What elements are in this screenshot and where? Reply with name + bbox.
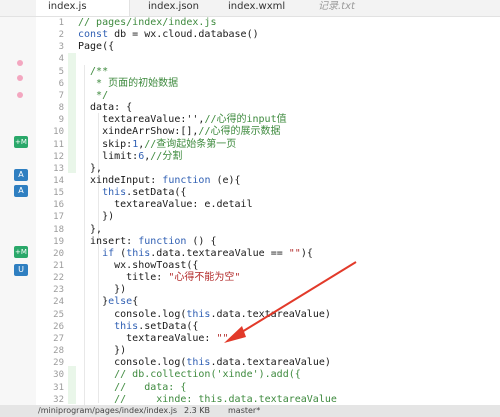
arrow-shaft (231, 261, 357, 339)
file-path: /miniprogram/pages/index/index.js (38, 406, 178, 415)
git-branch[interactable]: master* (228, 405, 260, 417)
file-size: 2.3 KB (184, 406, 210, 415)
status-bar: /miniprogram/pages/index/index.js 2.3 KB… (0, 405, 500, 417)
arrow-head (224, 326, 246, 343)
annotation-arrow (224, 261, 357, 343)
